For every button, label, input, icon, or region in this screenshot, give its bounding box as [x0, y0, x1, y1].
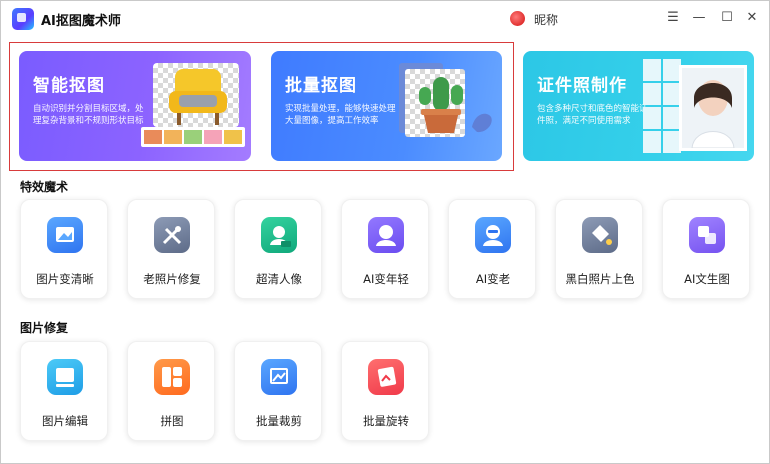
close-button[interactable]: ✕: [744, 10, 760, 26]
crop-icon: [261, 359, 297, 395]
tool-label: 批量裁剪: [256, 414, 302, 428]
tool-ai-younger[interactable]: AI变年轻: [341, 199, 429, 299]
card-desc: 包含多种尺寸和底色的智能证件照，满足不同使用需求: [537, 104, 648, 126]
tool-colorize[interactable]: 黑白照片上色: [555, 199, 643, 299]
maximize-button[interactable]: ☐: [719, 10, 735, 26]
minimize-button[interactable]: —: [691, 10, 707, 26]
card-title: 批量抠图: [285, 76, 357, 96]
tool-label: 图片变清晰: [36, 272, 94, 286]
tool-label: AI文生图: [684, 272, 730, 286]
image-enhance-icon: [47, 217, 83, 253]
card-title: 证件照制作: [537, 76, 627, 96]
tool-batch-crop[interactable]: 批量裁剪: [234, 341, 322, 441]
tool-label: AI变年轻: [363, 272, 409, 286]
old-face-icon: [475, 217, 511, 253]
colorize-bucket-icon: [582, 217, 618, 253]
section-title-effects: 特效魔术: [20, 180, 69, 194]
id-photo-card[interactable]: 证件照制作 包含多种尺寸和底色的智能证件照，满足不同使用需求: [523, 51, 754, 161]
id-photo-thumbnails: [641, 57, 683, 155]
app-window: AI抠图魔术师 昵称 ☰ — ☐ ✕ 智能抠图 自动识别并分割目标区域，处理复杂…: [0, 0, 770, 464]
tool-ai-older[interactable]: AI变老: [448, 199, 536, 299]
tool-collage[interactable]: 拼图: [127, 341, 215, 441]
tool-label: 黑白照片上色: [565, 272, 635, 286]
tool-label: 老照片修复: [143, 272, 201, 286]
app-title: AI抠图魔术师: [41, 14, 121, 29]
rotate-image-icon: [368, 359, 404, 395]
armchair-icon: [169, 69, 227, 125]
card-desc: 自动识别并分割目标区域，处理复杂背景和不规则形状目标: [33, 104, 144, 126]
text-to-image-icon: [689, 217, 725, 253]
section-title-repair: 图片修复: [20, 321, 69, 335]
cactus-icon: [419, 77, 463, 133]
tool-image-enhance[interactable]: 图片变清晰: [20, 199, 108, 299]
tool-image-edit[interactable]: 图片编辑: [20, 341, 108, 441]
smart-cutout-card[interactable]: 智能抠图 自动识别并分割目标区域，处理复杂背景和不规则形状目标: [19, 51, 251, 161]
tool-label: 超清人像: [256, 272, 302, 286]
app-logo-icon: [12, 8, 34, 30]
tool-old-photo-repair[interactable]: 老照片修复: [127, 199, 215, 299]
hd-portrait-icon: [261, 217, 297, 253]
tool-label: AI变老: [475, 272, 511, 286]
bird-figurine-icon: [472, 113, 492, 133]
card-desc: 实现批量处理，能够快速处理大量图像，提高工作效率: [285, 104, 396, 126]
menu-icon[interactable]: ☰: [665, 10, 681, 26]
tool-label: 拼图: [160, 414, 184, 428]
tool-text-to-image[interactable]: AI文生图: [662, 199, 750, 299]
tool-batch-rotate[interactable]: 批量旋转: [341, 341, 429, 441]
user-avatar[interactable]: [510, 11, 525, 26]
collage-icon: [154, 359, 190, 395]
thumbnail-strip: [141, 127, 245, 147]
user-nickname[interactable]: 昵称: [534, 11, 558, 28]
tool-hd-portrait[interactable]: 超清人像: [234, 199, 322, 299]
title-bar: AI抠图魔术师 昵称 ☰ — ☐ ✕: [1, 1, 769, 35]
image-edit-icon: [47, 359, 83, 395]
id-photo-preview: [679, 65, 747, 151]
tool-label: 批量旋转: [363, 414, 409, 428]
young-face-icon: [368, 217, 404, 253]
card-title: 智能抠图: [33, 76, 105, 96]
tools-repair-icon: [154, 217, 190, 253]
tool-label: 图片编辑: [42, 414, 88, 428]
batch-cutout-card[interactable]: 批量抠图 实现批量处理，能够快速处理大量图像，提高工作效率: [271, 51, 502, 161]
